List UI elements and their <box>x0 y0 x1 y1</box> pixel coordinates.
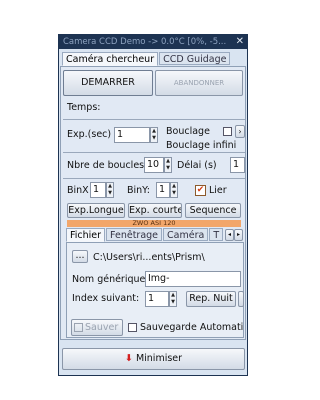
next-index-label: Index suivant: <box>72 293 140 304</box>
tab-fichier[interactable]: Fichier <box>66 228 106 242</box>
start-button[interactable]: DEMARRER <box>63 70 153 96</box>
tab-t[interactable]: T <box>209 228 224 241</box>
time-label: Temps: <box>67 102 101 113</box>
binx-stepper[interactable]: ▲ ▼ <box>106 182 114 198</box>
loops-input[interactable]: 10 <box>144 157 164 173</box>
tab-camera[interactable]: Caméra <box>163 228 209 241</box>
up-arrow-icon[interactable]: ▲ <box>151 128 157 135</box>
camera-name-bar: ZWO ASI 120 <box>67 220 241 227</box>
rep-nuit-button[interactable]: Rep. Nuit <box>186 291 236 307</box>
minimize-label: Minimiser <box>135 353 183 364</box>
divider <box>63 152 245 153</box>
exposure-input[interactable]: 1 <box>114 127 150 143</box>
exposure-label: Exp.(sec) <box>67 129 112 140</box>
generic-name-input[interactable]: Img- <box>145 271 241 287</box>
up-arrow-icon[interactable]: ▲ <box>170 292 176 299</box>
down-arrow-icon[interactable]: ▼ <box>171 190 177 197</box>
tab-fenetrage[interactable]: Fenêtrage <box>106 228 163 241</box>
top-tabs: Caméra chercheur CCD Guidage <box>62 52 231 66</box>
delay-label: Délai (s) <box>177 160 217 171</box>
path-label: C:\Users\ri...ents\Prism\ <box>93 252 205 263</box>
down-arrow-icon[interactable]: ▼ <box>170 299 176 306</box>
infinite-loop-label: Bouclage infini <box>166 140 237 151</box>
loops-stepper[interactable]: ▲ ▼ <box>164 157 172 173</box>
binx-label: BinX <box>67 185 89 196</box>
auto-save-checkbox[interactable] <box>128 323 137 332</box>
floppy-disk-icon <box>74 323 83 332</box>
download-arrow-icon: ⬇ <box>124 353 133 364</box>
camera-window: Camera CCD Demo -> 0.0°C [0%, -5... ✕ Ca… <box>58 34 248 376</box>
title-bar[interactable]: Camera CCD Demo -> 0.0°C [0%, -5... ✕ <box>59 35 247 49</box>
save-button-label: Sauver <box>85 322 119 333</box>
divider <box>63 119 245 120</box>
up-arrow-icon[interactable]: ▲ <box>165 158 171 165</box>
extra-button[interactable] <box>238 291 244 307</box>
biny-input[interactable]: 1 <box>156 182 170 198</box>
up-arrow-icon[interactable]: ▲ <box>171 183 177 190</box>
divider <box>63 178 245 179</box>
close-icon[interactable]: ✕ <box>236 35 244 49</box>
down-arrow-icon[interactable]: ▼ <box>151 135 157 142</box>
tab-camera-chercheur[interactable]: Caméra chercheur <box>62 52 159 66</box>
link-label: Lier <box>209 185 227 196</box>
chevron-right-icon[interactable]: › <box>235 125 245 138</box>
sequence-button[interactable]: Sequence <box>185 203 241 218</box>
long-exposure-button[interactable]: Exp.Longue <box>67 203 125 218</box>
next-index-input[interactable]: 1 <box>145 291 169 307</box>
looping-checkbox[interactable] <box>223 127 232 136</box>
save-button[interactable]: Sauver <box>71 319 123 336</box>
inner-tabs: Fichier Fenêtrage Caméra T <box>66 228 224 242</box>
up-arrow-icon[interactable]: ▲ <box>107 183 113 190</box>
generic-name-label: Nom générique: <box>72 274 149 285</box>
window-title: Camera CCD Demo -> 0.0°C [0%, -5... <box>63 37 227 47</box>
delay-input[interactable]: 1 <box>230 157 245 173</box>
looping-label: Bouclage <box>166 126 210 137</box>
abort-button[interactable]: ABANDONNER <box>155 70 243 96</box>
binx-input[interactable]: 1 <box>90 182 106 198</box>
link-checkbox[interactable]: ✔ <box>195 185 206 196</box>
minimize-button[interactable]: ⬇ Minimiser <box>62 348 245 370</box>
tab-scroll-right-icon[interactable]: ▸ <box>234 229 243 241</box>
short-exposure-button[interactable]: Exp. courte <box>128 203 182 218</box>
exposure-stepper[interactable]: ▲ ▼ <box>150 127 158 143</box>
tab-ccd-guidage[interactable]: CCD Guidage <box>159 52 231 65</box>
down-arrow-icon[interactable]: ▼ <box>165 165 171 172</box>
biny-stepper[interactable]: ▲ ▼ <box>170 182 178 198</box>
next-index-stepper[interactable]: ▲ ▼ <box>169 291 177 307</box>
down-arrow-icon[interactable]: ▼ <box>107 190 113 197</box>
loops-label: Nbre de boucles <box>67 160 145 171</box>
auto-save-label: Sauvegarde Automati <box>140 322 244 333</box>
biny-label: BinY: <box>127 185 150 196</box>
tab-scroll-left-icon[interactable]: ◂ <box>225 229 234 241</box>
browse-button[interactable]: ... <box>72 250 88 263</box>
